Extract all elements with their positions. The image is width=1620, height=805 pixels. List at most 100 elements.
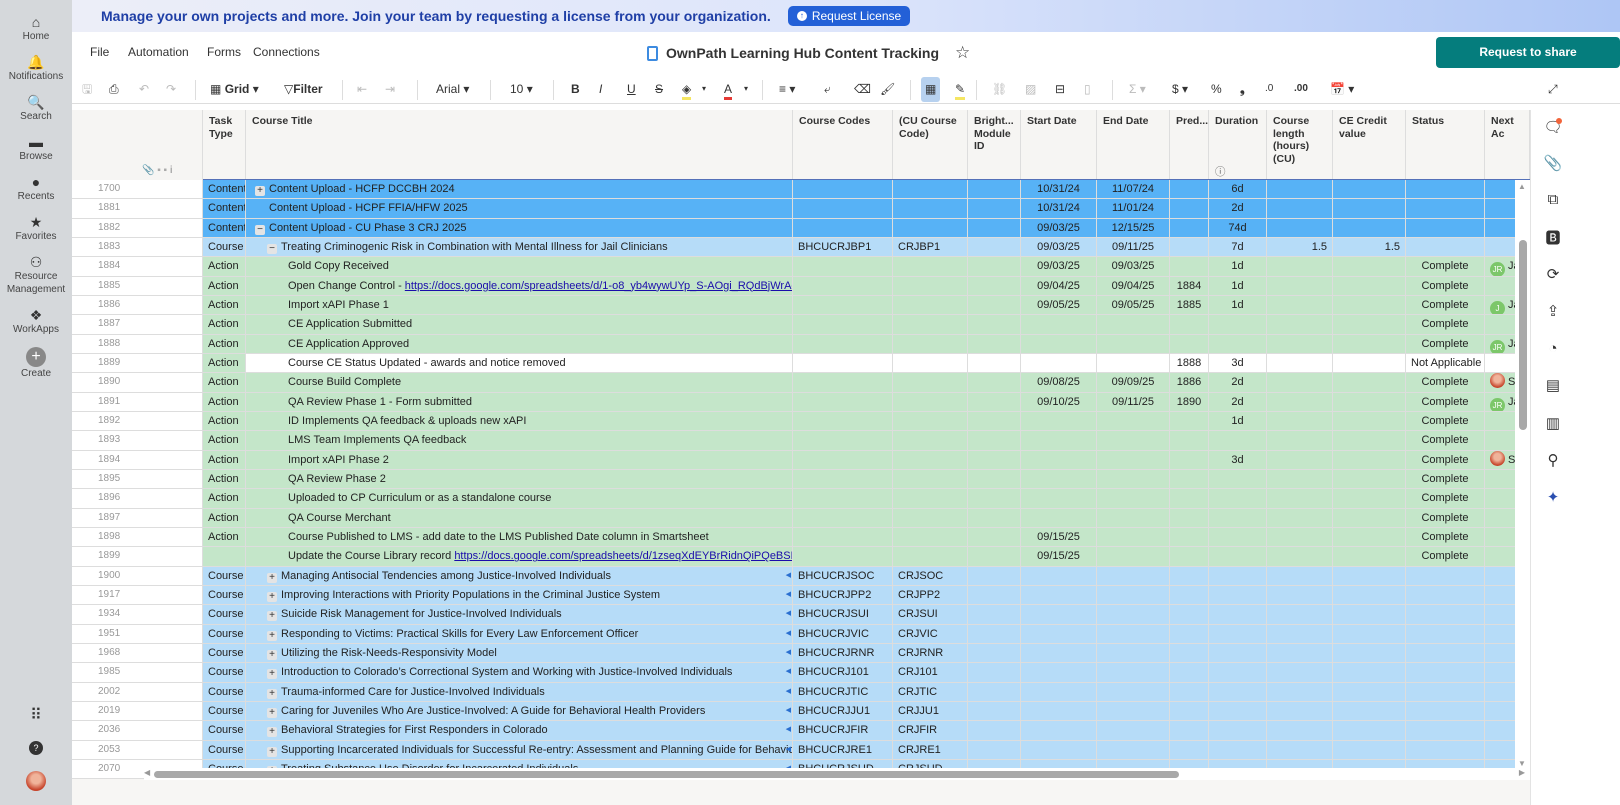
- cu-course-code-cell[interactable]: CRJRE1: [893, 740, 968, 760]
- row-number[interactable]: 1892: [72, 411, 203, 432]
- predecessors-cell[interactable]: [1170, 740, 1209, 760]
- table-row[interactable]: 2002 Course + Trauma-informed Care for Just…: [72, 682, 1530, 702]
- row-number[interactable]: 1893: [72, 431, 203, 451]
- course-length-cell[interactable]: [1267, 353, 1333, 374]
- cu-course-code-cell[interactable]: [893, 373, 968, 393]
- predecessors-cell[interactable]: [1170, 624, 1209, 644]
- start-date-cell[interactable]: [1021, 411, 1097, 432]
- table-row[interactable]: 1896 Action Uploaded to CP Curriculum or a…: [72, 489, 1530, 509]
- task-type-cell[interactable]: Action: [203, 257, 246, 277]
- table-row[interactable]: 1885 Action Open Change Control - https://…: [72, 276, 1530, 296]
- filter-button[interactable]: ▽Filter: [284, 80, 323, 100]
- course-length-cell[interactable]: [1267, 682, 1333, 702]
- task-type-cell[interactable]: Action: [203, 392, 246, 412]
- row-number[interactable]: 1881: [72, 199, 203, 219]
- course-title-cell[interactable]: + Managing Antisocial Tendencies among Ju…: [246, 566, 793, 586]
- course-codes-cell[interactable]: BHCUCRJSOC: [793, 566, 893, 586]
- course-codes-cell[interactable]: [793, 199, 893, 219]
- course-length-cell[interactable]: [1267, 527, 1333, 548]
- course-length-cell[interactable]: [1267, 566, 1333, 586]
- clear-format-icon[interactable]: ⌫: [854, 80, 871, 100]
- expand-icon[interactable]: +: [267, 572, 277, 583]
- task-type-cell[interactable]: [203, 547, 246, 567]
- ce-credit-cell[interactable]: [1333, 663, 1406, 683]
- course-title-cell[interactable]: + Caring for Juveniles Who Are Justice-In…: [246, 701, 793, 722]
- end-date-cell[interactable]: [1097, 585, 1170, 606]
- predecessors-cell[interactable]: [1170, 411, 1209, 432]
- link-icon[interactable]: ⛓: [992, 80, 1007, 100]
- help-icon[interactable]: ?: [29, 741, 43, 755]
- module-id-cell[interactable]: [968, 431, 1021, 451]
- menu-file[interactable]: File: [90, 45, 109, 59]
- course-codes-cell[interactable]: BHCUCRJRE1: [793, 740, 893, 760]
- task-type-cell[interactable]: Content: [203, 180, 246, 200]
- nav-home[interactable]: ⌂ Home: [23, 14, 50, 43]
- course-length-cell[interactable]: [1267, 547, 1333, 567]
- status-cell[interactable]: [1406, 237, 1485, 258]
- table-row[interactable]: 1700 Content + Content Upload - HCFP DCCBH …: [72, 180, 1530, 200]
- cu-course-code-cell[interactable]: [893, 392, 968, 412]
- status-cell[interactable]: [1406, 624, 1485, 644]
- duration-cell[interactable]: [1209, 566, 1267, 586]
- ce-credit-cell[interactable]: [1333, 701, 1406, 722]
- column-header[interactable]: Course Title: [246, 110, 793, 180]
- cu-course-code-cell[interactable]: [893, 334, 968, 354]
- course-codes-cell[interactable]: [793, 353, 893, 374]
- course-length-cell[interactable]: [1267, 450, 1333, 470]
- course-length-cell[interactable]: [1267, 663, 1333, 683]
- module-id-cell[interactable]: [968, 276, 1021, 296]
- status-cell[interactable]: [1406, 682, 1485, 702]
- end-date-cell[interactable]: [1097, 508, 1170, 528]
- task-type-cell[interactable]: Action: [203, 315, 246, 335]
- table-row[interactable]: 1894 Action Import xAPI Phase 2 3d Complete S: [72, 450, 1530, 470]
- row-number[interactable]: 1968: [72, 643, 203, 664]
- cu-course-code-cell[interactable]: [893, 218, 968, 238]
- predecessors-cell[interactable]: 1884: [1170, 276, 1209, 296]
- redo-icon[interactable]: ↷: [166, 80, 176, 100]
- outdent-icon[interactable]: ⇤: [357, 80, 367, 100]
- decrease-decimal-button[interactable]: .0: [1265, 80, 1273, 100]
- task-type-cell[interactable]: Action: [203, 527, 246, 548]
- course-length-cell[interactable]: [1267, 295, 1333, 316]
- duration-cell[interactable]: [1209, 721, 1267, 741]
- status-cell[interactable]: Complete: [1406, 295, 1485, 316]
- course-length-cell[interactable]: [1267, 585, 1333, 606]
- status-cell[interactable]: [1406, 180, 1485, 200]
- cu-course-code-cell[interactable]: [893, 180, 968, 200]
- end-date-cell[interactable]: [1097, 431, 1170, 451]
- cu-course-code-cell[interactable]: CRJJU1: [893, 701, 968, 722]
- task-type-cell[interactable]: Action: [203, 295, 246, 316]
- attachments-icon[interactable]: 📎: [1543, 154, 1563, 172]
- duration-cell[interactable]: [1209, 547, 1267, 567]
- module-id-cell[interactable]: [968, 643, 1021, 664]
- module-id-cell[interactable]: [968, 315, 1021, 335]
- start-date-cell[interactable]: [1021, 353, 1097, 374]
- ce-credit-cell[interactable]: [1333, 624, 1406, 644]
- cu-course-code-cell[interactable]: [893, 527, 968, 548]
- course-title-cell[interactable]: + Suicide Risk Management for Justice-Inv…: [246, 605, 793, 625]
- duration-cell[interactable]: [1209, 508, 1267, 528]
- table-row[interactable]: 1893 Action LMS Team Implements QA feedbac…: [72, 431, 1530, 451]
- task-type-cell[interactable]: Action: [203, 489, 246, 509]
- task-type-cell[interactable]: Action: [203, 276, 246, 296]
- duration-cell[interactable]: 7d: [1209, 237, 1267, 258]
- nav-favorites[interactable]: ★ Favorites: [15, 214, 56, 243]
- course-codes-cell[interactable]: [793, 392, 893, 412]
- status-cell[interactable]: Complete: [1406, 315, 1485, 335]
- module-id-cell[interactable]: [968, 450, 1021, 470]
- text-color-icon[interactable]: A: [724, 80, 733, 100]
- module-id-cell[interactable]: [968, 605, 1021, 625]
- ce-credit-cell[interactable]: [1333, 334, 1406, 354]
- row-number[interactable]: 2036: [72, 721, 203, 741]
- predecessors-cell[interactable]: 1885: [1170, 295, 1209, 316]
- status-cell[interactable]: Complete: [1406, 411, 1485, 432]
- row-number[interactable]: 1883: [72, 237, 203, 258]
- wrap-text-icon[interactable]: ⤶: [824, 80, 831, 100]
- course-codes-cell[interactable]: [793, 547, 893, 567]
- column-header[interactable]: Duration ⓘ: [1209, 110, 1267, 180]
- module-id-cell[interactable]: [968, 740, 1021, 760]
- table-row[interactable]: 1891 Action QA Review Phase 1 - Form submi…: [72, 392, 1530, 412]
- end-date-cell[interactable]: [1097, 315, 1170, 335]
- row-number[interactable]: 1700: [72, 180, 203, 200]
- row-number[interactable]: 1882: [72, 218, 203, 238]
